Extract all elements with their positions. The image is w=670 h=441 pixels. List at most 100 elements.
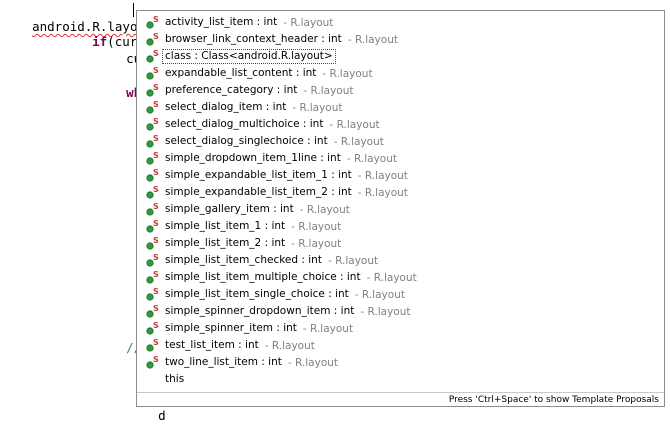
proposal-declaring-type: - R.layout <box>291 220 342 233</box>
static-field-icon: S <box>144 338 160 354</box>
proposal-item[interactable]: Sclass : Class<android.R.layout> <box>137 48 664 65</box>
proposal-item[interactable]: Stest_list_item : int - R.layout <box>137 337 664 354</box>
proposal-declaring-type: - R.layout <box>302 322 354 335</box>
proposal-declaring-type: - R.layout <box>291 237 342 250</box>
svg-text:S: S <box>153 219 159 228</box>
svg-text:S: S <box>153 151 159 160</box>
proposal-label: preference_category : int <box>165 84 298 96</box>
svg-text:S: S <box>153 321 159 330</box>
static-field-icon: S <box>144 355 160 371</box>
static-field-icon: S <box>144 117 160 133</box>
svg-text:S: S <box>153 83 159 92</box>
svg-text:S: S <box>153 32 159 41</box>
proposal-list[interactable]: Sactivity_list_item : int - R.layout Sbrow… <box>137 11 664 393</box>
content-assist-status-bar: Press 'Ctrl+Space' to show Template Prop… <box>137 392 664 406</box>
proposal-item[interactable]: Spreference_category : int - R.layout <box>137 82 664 99</box>
proposal-label: select_dialog_singlechoice : int <box>165 135 328 147</box>
proposal-item[interactable]: Ssimple_list_item_1 : int - R.layout <box>137 218 664 235</box>
proposal-item[interactable]: Ssimple_expandable_list_item_1 : int - R.… <box>137 167 664 184</box>
proposal-item[interactable]: Sselect_dialog_multichoice : int - R.layo… <box>137 116 664 133</box>
proposal-label: simple_gallery_item : int <box>165 203 294 215</box>
svg-text:S: S <box>153 202 159 211</box>
proposal-item[interactable]: Ssimple_expandable_list_item_2 : int - R.… <box>137 184 664 201</box>
svg-text:S: S <box>153 168 159 177</box>
proposal-declaring-type: - R.layout <box>299 203 350 216</box>
proposal-item[interactable]: Ssimple_gallery_item : int - R.layout <box>137 201 664 218</box>
proposal-label: simple_list_item_single_choice : int <box>165 288 349 300</box>
proposal-item[interactable]: Ssimple_list_item_2 : int - R.layout <box>137 235 664 252</box>
proposal-declaring-type: - R.layout <box>292 101 343 114</box>
proposal-declaring-type: - R.layout <box>347 33 398 46</box>
content-assist-popup[interactable]: Sactivity_list_item : int - R.layout Sbrow… <box>136 10 665 407</box>
proposal-declaring-type: - R.layout <box>360 305 411 318</box>
svg-text:S: S <box>153 304 159 313</box>
proposal-item[interactable]: Sactivity_list_item : int - R.layout <box>137 14 664 31</box>
proposal-label: simple_list_item_1 : int <box>165 220 286 232</box>
proposal-label: select_dialog_item : int <box>165 101 287 113</box>
proposal-label: this <box>165 373 185 385</box>
svg-text:S: S <box>153 117 159 126</box>
static-field-icon: S <box>144 151 160 167</box>
svg-text:S: S <box>153 15 159 24</box>
proposal-item[interactable]: Sselect_dialog_item : int - R.layout <box>137 99 664 116</box>
static-field-icon: S <box>144 236 160 252</box>
proposal-item[interactable]: Ssimple_spinner_item : int - R.layout <box>137 320 664 337</box>
proposal-declaring-type: - R.layout <box>303 84 354 97</box>
svg-text:S: S <box>153 236 159 245</box>
proposal-declaring-type: - R.layout <box>357 186 408 199</box>
proposal-label: simple_dropdown_item_1line : int <box>165 152 341 164</box>
proposal-declaring-type: - R.layout <box>357 169 408 182</box>
proposal-declaring-type: - R.layout <box>354 288 405 301</box>
proposal-declaring-type: - R.layout <box>322 67 373 80</box>
proposal-item[interactable]: this <box>137 371 664 388</box>
proposal-label: simple_expandable_list_item_1 : int <box>165 169 352 181</box>
proposal-item[interactable]: Ssimple_dropdown_item_1line : int - R.lay… <box>137 150 664 167</box>
static-field-icon: S <box>144 83 160 99</box>
static-field-icon: S <box>144 321 160 337</box>
proposal-declaring-type: - R.layout <box>346 152 397 165</box>
blank-icon <box>144 372 160 388</box>
proposal-label: browser_link_context_header : int <box>165 33 342 45</box>
proposal-item[interactable]: Sbrowser_link_context_header : int - R.la… <box>137 31 664 48</box>
proposal-label: simple_list_item_2 : int <box>165 237 286 249</box>
static-field-icon: S <box>144 253 160 269</box>
proposal-declaring-type: - R.layout <box>366 271 417 284</box>
proposal-declaring-type: - R.layout <box>283 16 334 29</box>
svg-text:S: S <box>153 338 159 347</box>
proposal-label: two_line_list_item : int <box>165 356 282 368</box>
proposal-label: simple_spinner_dropdown_item : int <box>165 305 355 317</box>
static-field-icon: S <box>144 168 160 184</box>
proposal-declaring-type: - R.layout <box>327 254 379 267</box>
static-field-icon: S <box>144 32 160 48</box>
text-cursor <box>133 3 134 17</box>
proposal-label: select_dialog_multichoice : int <box>165 118 324 130</box>
svg-text:S: S <box>153 287 159 296</box>
static-field-icon: S <box>144 219 160 235</box>
svg-text:S: S <box>153 270 159 279</box>
svg-text:S: S <box>153 100 159 109</box>
static-field-icon: S <box>144 15 160 31</box>
static-field-icon: S <box>144 185 160 201</box>
static-field-icon: S <box>144 202 160 218</box>
proposal-item[interactable]: Sselect_dialog_singlechoice : int - R.lay… <box>137 133 664 150</box>
static-field-icon: S <box>144 287 160 303</box>
static-field-icon: S <box>144 270 160 286</box>
proposal-item[interactable]: Ssimple_list_item_single_choice : int - R… <box>137 286 664 303</box>
proposal-label: simple_expandable_list_item_2 : int <box>165 186 352 198</box>
proposal-label: class : Class<android.R.layout> <box>162 49 336 64</box>
code-line-text: d <box>158 408 166 423</box>
proposal-label: simple_list_item_checked : int <box>165 254 322 266</box>
proposal-declaring-type: - R.layout <box>333 135 384 148</box>
static-field-icon: S <box>144 134 160 150</box>
proposal-item[interactable]: Stwo_line_list_item : int - R.layout <box>137 354 664 371</box>
proposal-label: expandable_list_content : int <box>165 67 317 79</box>
proposal-label: activity_list_item : int <box>165 16 278 28</box>
static-field-icon: S <box>144 304 160 320</box>
svg-text:S: S <box>153 49 159 58</box>
proposal-declaring-type: - R.layout <box>264 339 315 352</box>
proposal-item[interactable]: Sexpandable_list_content : int - R.layout <box>137 65 664 82</box>
proposal-item[interactable]: Ssimple_list_item_checked : int - R.layou… <box>137 252 664 269</box>
svg-text:S: S <box>153 66 159 75</box>
proposal-item[interactable]: Ssimple_list_item_multiple_choice : int -… <box>137 269 664 286</box>
proposal-item[interactable]: Ssimple_spinner_dropdown_item : int - R.l… <box>137 303 664 320</box>
